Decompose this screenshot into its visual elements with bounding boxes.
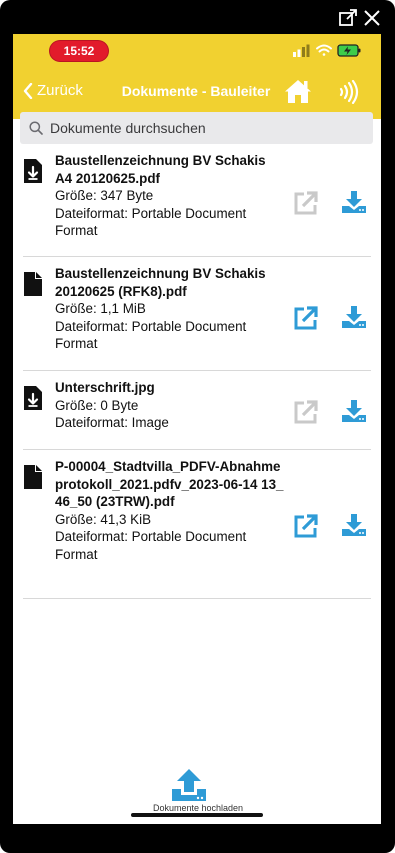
app-screen: 15:52 Zurück Dokumente - Bauleiter Dokum… bbox=[13, 34, 381, 824]
document-format: Dateiformat: Portable Document Format bbox=[55, 529, 247, 562]
document-name: P-00004_Stadtvilla_PDFV-Abnahmeprotokoll… bbox=[55, 459, 284, 509]
chevron-left-icon bbox=[23, 83, 33, 99]
status-time: 15:52 bbox=[50, 41, 108, 61]
signal-icon bbox=[293, 44, 310, 57]
upload-icon[interactable] bbox=[171, 768, 207, 802]
back-label: Zurück bbox=[37, 82, 83, 99]
file-download-icon bbox=[24, 386, 42, 410]
upload-label[interactable]: Dokumente hochladen bbox=[133, 803, 263, 813]
document-name: Unterschrift.jpg bbox=[55, 380, 155, 395]
download-icon[interactable] bbox=[341, 399, 367, 423]
open-external-icon[interactable] bbox=[293, 513, 319, 539]
home-indicator bbox=[131, 813, 263, 817]
home-icon[interactable] bbox=[284, 78, 312, 104]
document-format: Dateiformat: Portable Document Format bbox=[55, 318, 247, 352]
download-icon[interactable] bbox=[341, 513, 367, 537]
document-item[interactable]: Unterschrift.jpg Größe: 0 Byte Dateiform… bbox=[23, 371, 371, 450]
nfc-icon[interactable] bbox=[338, 80, 360, 104]
document-size: Größe: 347 Byte bbox=[55, 188, 154, 203]
back-button[interactable]: Zurück bbox=[23, 80, 83, 102]
document-item[interactable]: P-00004_Stadtvilla_PDFV-Abnahmeprotokoll… bbox=[23, 450, 371, 599]
file-icon bbox=[24, 465, 42, 489]
document-item[interactable]: Baustellenzeichnung BV Schakis A4 201206… bbox=[23, 144, 371, 257]
app-header: 15:52 Zurück Dokumente - Bauleiter bbox=[13, 34, 381, 119]
open-external-icon[interactable] bbox=[293, 399, 319, 425]
document-size: Größe: 41,3 KiB bbox=[55, 511, 152, 527]
close-icon[interactable] bbox=[362, 8, 382, 28]
download-icon[interactable] bbox=[341, 305, 367, 329]
document-format: Dateiformat: Portable Document Format bbox=[55, 205, 247, 239]
wifi-icon bbox=[316, 44, 332, 56]
page-title: Dokumente - Bauleiter bbox=[121, 83, 271, 99]
document-name: Baustellenzeichnung BV Schakis A4 201206… bbox=[55, 153, 266, 186]
search-input[interactable] bbox=[48, 119, 352, 137]
document-format: Dateiformat: Image bbox=[55, 415, 169, 430]
external-window-icon[interactable] bbox=[338, 8, 358, 28]
search-icon bbox=[29, 121, 43, 135]
file-icon bbox=[24, 272, 42, 296]
device-frame: 15:52 Zurück Dokumente - Bauleiter Dokum… bbox=[0, 0, 395, 853]
battery-icon bbox=[337, 44, 361, 57]
status-icons bbox=[293, 44, 361, 57]
open-external-icon[interactable] bbox=[293, 190, 319, 216]
file-download-icon bbox=[24, 159, 42, 183]
document-item[interactable]: Baustellenzeichnung BV Schakis 20120625 … bbox=[23, 257, 371, 371]
download-icon[interactable] bbox=[341, 190, 367, 214]
search-bar[interactable] bbox=[20, 112, 373, 144]
document-name: Baustellenzeichnung BV Schakis 20120625 … bbox=[55, 266, 266, 299]
document-size: Größe: 0 Byte bbox=[55, 397, 139, 413]
open-external-icon[interactable] bbox=[293, 305, 319, 331]
document-list: Baustellenzeichnung BV Schakis A4 201206… bbox=[23, 144, 371, 599]
document-size: Größe: 1,1 MiB bbox=[55, 301, 146, 316]
